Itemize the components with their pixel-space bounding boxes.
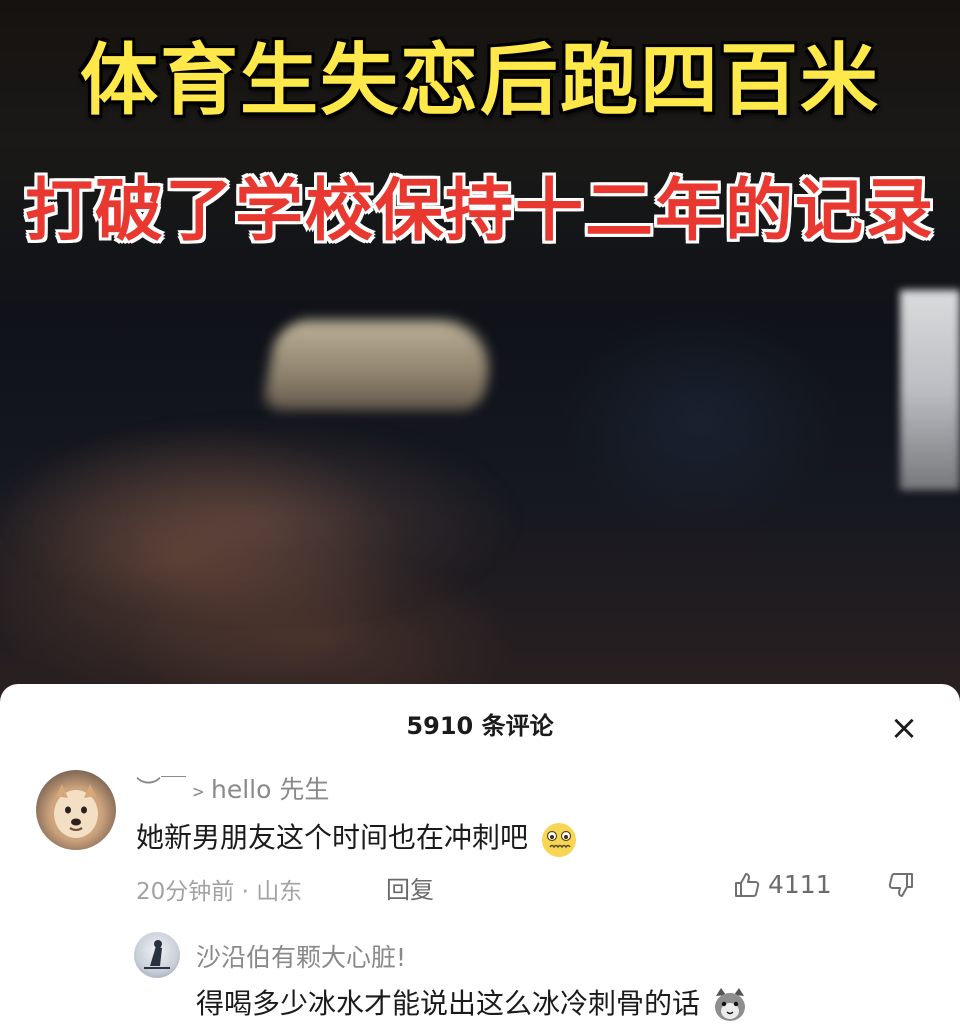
video-blur-object [262,320,498,410]
shy-face-emoji-icon [541,823,576,857]
like-count: 4111 [768,870,832,899]
comments-sheet: 5910 条评论 × ︶￣﹥hello 先生 她新男朋友这个时间也在冲刺吧 20… [0,684,960,1031]
penguin-avatar-icon [144,940,170,969]
comment-body: 得喝多少冰水才能说出这么冰冷刺骨的话 [196,987,701,1020]
comment-count-title: 5910 条评论 [406,712,554,740]
avatar[interactable] [134,932,180,978]
avatar[interactable] [36,770,116,850]
close-icon[interactable]: × [884,710,924,750]
comment-item: ︶￣﹥hello 先生 她新男朋友这个时间也在冲刺吧 20分钟前 · 山东 回复… [0,770,960,910]
video-headline-line2: 打破了学校保持十二年的记录 [24,172,935,251]
comment-text: 得喝多少冰水才能说出这么冰冷刺骨的话 [196,982,749,1024]
video-frame[interactable]: 体育生失恋后跑四百米 打破了学校保持十二年的记录 [0,0,960,700]
video-blur-background [0,420,520,620]
comment-item: 沙沿伯有颗大心脏! 得喝多少冰水才能说出这么冰冷刺骨的话 [0,932,960,1031]
comment-time-location: 20分钟前 · 山东 [136,879,303,905]
comment-body: 她新男朋友这个时间也在冲刺吧 [136,821,529,854]
thumbs-up-icon [735,873,760,897]
thumbs-down-icon[interactable] [886,870,916,900]
cat-face-emoji-icon [714,988,745,1021]
comment-username[interactable]: 沙沿伯有颗大心脏! [196,938,406,974]
video-blur-light [900,290,960,490]
video-headline-line1: 体育生失恋后跑四百米 [79,36,880,126]
comment-username[interactable]: ︶￣﹥hello 先生 [136,770,329,806]
reply-button[interactable]: 回复 [386,870,434,905]
comment-text: 她新男朋友这个时间也在冲刺吧 [136,816,579,859]
dog-avatar-icon [54,784,98,838]
comments-header: 5910 条评论 × [0,684,960,764]
